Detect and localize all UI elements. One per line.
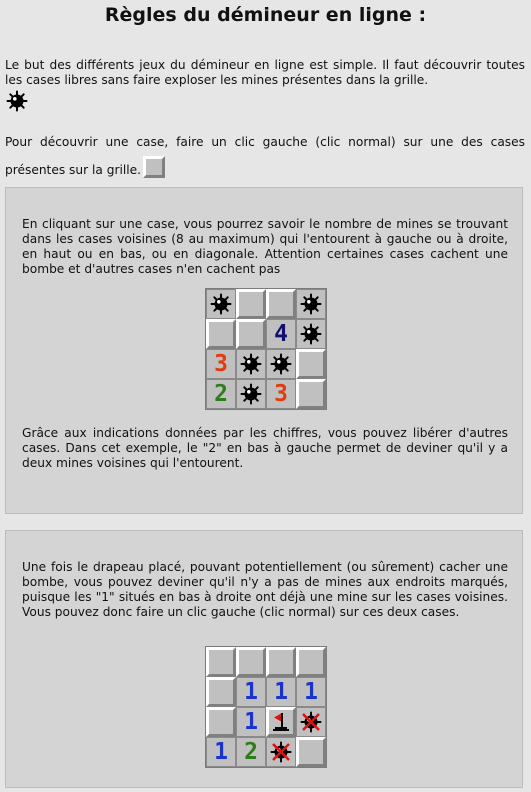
intro-paragraph-click: Pour découvrir une case, faire un clic g…: [5, 128, 525, 184]
mine-icon: [210, 293, 232, 315]
grid-cell-number[interactable]: 3: [206, 349, 236, 379]
mine-icon: [6, 90, 28, 112]
cell-number: 1: [244, 678, 258, 705]
grid-cell-covered[interactable]: [206, 707, 236, 737]
mine-icon: [300, 293, 322, 315]
grid-cell-covered[interactable]: [296, 349, 326, 379]
example-grid-numbers: 4 3 2 3: [205, 288, 327, 410]
grid-cell-number[interactable]: 3: [266, 379, 296, 409]
mine-icon: [240, 353, 262, 375]
grid-cell-crossed-mine[interactable]: [296, 707, 326, 737]
grid-cell-number[interactable]: 1: [266, 677, 296, 707]
grid-cell-number[interactable]: 4: [266, 319, 296, 349]
grid-cell-mine[interactable]: [236, 349, 266, 379]
cell-number: 1: [244, 708, 258, 735]
mine-icon: [270, 353, 292, 375]
grid-cell-mine[interactable]: [206, 289, 236, 319]
example-grid-flag: 111112: [205, 646, 327, 768]
grid-cell-mine[interactable]: [236, 379, 266, 409]
cell-number: 1: [274, 678, 288, 705]
grid-cell-covered[interactable]: [206, 647, 236, 677]
section1-text-top: En cliquant sur une case, vous pourrez s…: [22, 217, 508, 276]
grid-cell-covered[interactable]: [296, 737, 326, 767]
grid-cell-covered[interactable]: [236, 319, 266, 349]
intro-paragraph-click-text: Pour découvrir une case, faire un clic g…: [5, 135, 525, 177]
section2-text-top: Une fois le drapeau placé, pouvant poten…: [22, 560, 508, 619]
grid-cell-covered[interactable]: [236, 647, 266, 677]
grid-cell-mine[interactable]: [296, 319, 326, 349]
grid-cell-covered[interactable]: [206, 677, 236, 707]
grid-cell-number[interactable]: 1: [236, 707, 266, 737]
crossed-mine-icon: [300, 711, 322, 733]
cell-number: 3: [274, 380, 288, 407]
cell-number: 4: [274, 320, 288, 347]
rules-panel-flag: Une fois le drapeau placé, pouvant poten…: [5, 530, 523, 788]
grid-cell-covered[interactable]: [296, 647, 326, 677]
cell-number: 3: [214, 350, 228, 377]
grid-cell-number[interactable]: 2: [236, 737, 266, 767]
grid-cell-number[interactable]: 1: [296, 677, 326, 707]
section1-text-bottom: Grâce aux indications données par les ch…: [22, 426, 508, 470]
grid-cell-covered[interactable]: [296, 379, 326, 409]
grid-cell-number[interactable]: 2: [206, 379, 236, 409]
cell-number: 1: [214, 738, 228, 765]
grid-cell-number[interactable]: 1: [206, 737, 236, 767]
mine-icon: [240, 383, 262, 405]
grid-cell-flag[interactable]: [266, 707, 296, 737]
flag-icon: [273, 713, 289, 731]
rules-panel-numbers: En cliquant sur une case, vous pourrez s…: [5, 187, 523, 514]
cell-number: 1: [304, 678, 318, 705]
grid-cell-covered[interactable]: [206, 319, 236, 349]
grid-cell-covered[interactable]: [266, 647, 296, 677]
crossed-mine-icon: [270, 741, 292, 763]
grid-cell-number[interactable]: 1: [236, 677, 266, 707]
grid-cell-covered[interactable]: [236, 289, 266, 319]
grid-cell-crossed-mine[interactable]: [266, 737, 296, 767]
mine-icon: [300, 323, 322, 345]
intro-paragraph-goal: Le but des différents jeux du démineur e…: [5, 58, 525, 87]
cell-number: 2: [244, 738, 258, 765]
page-title: Règles du démineur en ligne :: [104, 4, 427, 26]
cell-number: 2: [214, 380, 228, 407]
grid-cell-mine[interactable]: [266, 349, 296, 379]
grid-cell-mine[interactable]: [296, 289, 326, 319]
covered-cell-icon: [143, 155, 166, 178]
grid-cell-covered[interactable]: [266, 289, 296, 319]
